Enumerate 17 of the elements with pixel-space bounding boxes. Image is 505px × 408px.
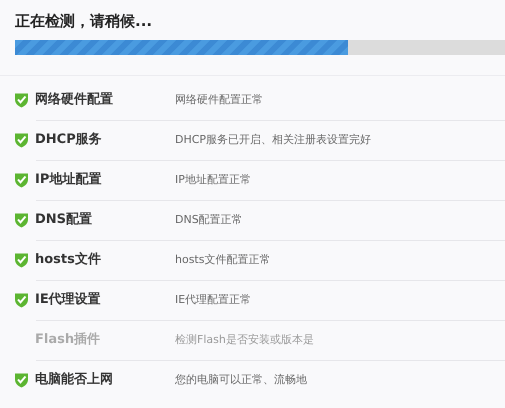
check-result: 网络硬件配置正常 (175, 92, 263, 108)
check-name: DNS配置 (35, 211, 94, 230)
check-name: hosts文件 (35, 250, 102, 270)
check-name: 网络硬件配置 (35, 91, 114, 110)
check-name: IP地址配置 (35, 171, 102, 190)
check-name: 电脑能否上网 (35, 370, 114, 390)
check-result: DHCP服务已开启、相关注册表设置完好 (175, 132, 372, 148)
check-result: hosts文件配置正常 (175, 252, 270, 268)
check-name: DHCP服务 (35, 131, 103, 150)
check-result: IE代理配置正常 (175, 292, 252, 308)
check-name: IE代理设置 (35, 291, 102, 310)
check-result: DNS配置正常 (175, 212, 243, 228)
check-result: 检测Flash是否安装或版本是 (175, 332, 314, 348)
check-result: 您的电脑可以正常、流畅地 (175, 372, 307, 388)
check-name: Flash插件 (35, 331, 102, 350)
check-result: IP地址配置正常 (175, 172, 251, 188)
window-title: 正在检测，请稍候... (14, 11, 154, 32)
